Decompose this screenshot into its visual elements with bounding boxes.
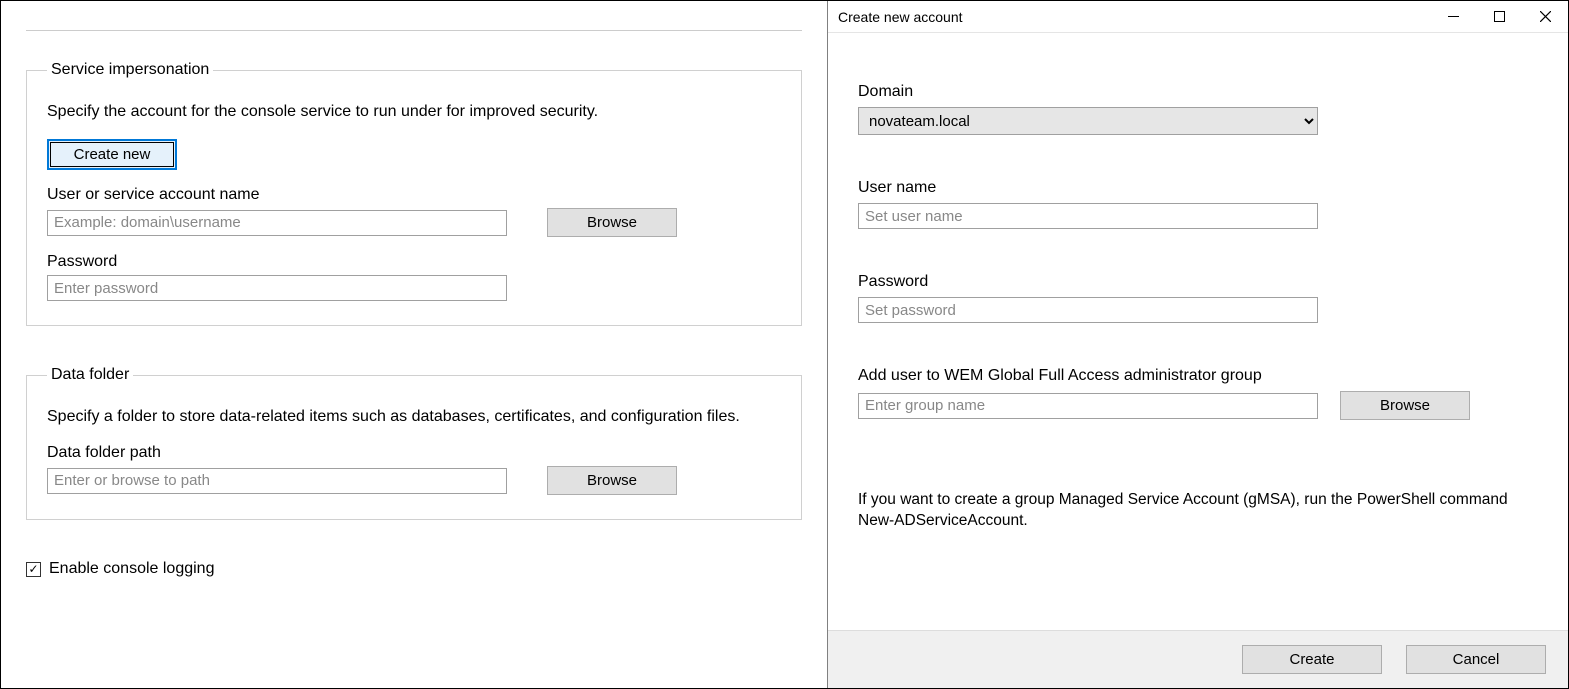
group-label: Add user to WEM Global Full Access admin… xyxy=(858,367,1538,385)
account-name-row: Browse xyxy=(47,208,781,237)
data-folder-group: Data folder Specify a folder to store da… xyxy=(26,366,802,520)
username-label: User name xyxy=(858,179,1538,197)
dialog-title: Create new account xyxy=(838,9,1430,25)
data-folder-legend: Data folder xyxy=(47,366,133,384)
service-impersonation-legend: Service impersonation xyxy=(47,61,213,79)
data-folder-row: Browse xyxy=(47,466,781,495)
create-button[interactable]: Create xyxy=(1242,645,1382,674)
maximize-icon xyxy=(1494,11,1505,22)
password-input[interactable] xyxy=(47,275,507,301)
domain-label: Domain xyxy=(858,83,1538,101)
app-root: Service impersonation Specify the accoun… xyxy=(0,0,1569,689)
username-field: User name xyxy=(858,179,1538,229)
window-buttons xyxy=(1430,2,1568,32)
dialog-titlebar: Create new account xyxy=(828,1,1568,33)
group-browse-button[interactable]: Browse xyxy=(1340,391,1470,420)
domain-field: Domain novateam.local xyxy=(858,83,1538,135)
dialog-footer: Create Cancel xyxy=(828,630,1568,688)
create-account-dialog: Create new account Domain novateam.local xyxy=(828,1,1568,688)
close-icon xyxy=(1540,11,1551,22)
create-new-button[interactable]: Create new xyxy=(47,139,177,170)
maximize-button[interactable] xyxy=(1476,2,1522,32)
password-label: Password xyxy=(47,253,781,271)
left-inner: Service impersonation Specify the accoun… xyxy=(26,1,802,688)
account-browse-button[interactable]: Browse xyxy=(547,208,677,237)
gmsa-hint: If you want to create a group Managed Se… xyxy=(858,490,1538,532)
left-panel: Service impersonation Specify the accoun… xyxy=(1,1,828,688)
data-folder-browse-button[interactable]: Browse xyxy=(547,466,677,495)
dialog-body: Domain novateam.local User name Password… xyxy=(828,33,1568,630)
group-row: Browse xyxy=(858,391,1538,420)
username-input[interactable] xyxy=(858,203,1318,229)
account-name-input[interactable] xyxy=(47,210,507,236)
close-button[interactable] xyxy=(1522,2,1568,32)
dialog-password-input[interactable] xyxy=(858,297,1318,323)
service-impersonation-group: Service impersonation Specify the accoun… xyxy=(26,61,802,326)
minimize-icon xyxy=(1448,11,1459,22)
minimize-button[interactable] xyxy=(1430,2,1476,32)
enable-logging-row[interactable]: ✓ Enable console logging xyxy=(26,560,802,578)
data-folder-desc: Specify a folder to store data-related i… xyxy=(47,408,781,426)
account-name-label: User or service account name xyxy=(47,186,781,204)
dialog-password-field: Password xyxy=(858,273,1538,323)
dialog-password-label: Password xyxy=(858,273,1538,291)
enable-logging-label: Enable console logging xyxy=(49,560,214,578)
data-folder-path-label: Data folder path xyxy=(47,444,781,462)
domain-select[interactable]: novateam.local xyxy=(858,107,1318,135)
data-folder-path-input[interactable] xyxy=(47,468,507,494)
service-impersonation-desc: Specify the account for the console serv… xyxy=(47,103,781,121)
enable-logging-checkbox[interactable]: ✓ xyxy=(26,562,41,577)
top-separator xyxy=(26,1,802,31)
group-input[interactable] xyxy=(858,393,1318,419)
cancel-button[interactable]: Cancel xyxy=(1406,645,1546,674)
group-field: Add user to WEM Global Full Access admin… xyxy=(858,367,1538,420)
